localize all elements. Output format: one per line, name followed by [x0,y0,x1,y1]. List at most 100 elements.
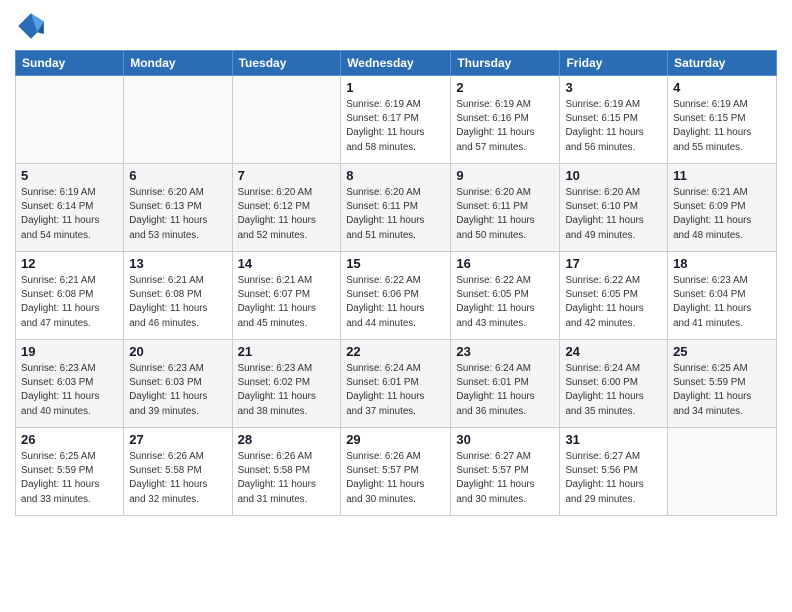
day-number: 15 [346,256,445,271]
day-number: 18 [673,256,771,271]
day-number: 5 [21,168,118,183]
calendar-day-cell: 3 Sunrise: 6:19 AMSunset: 6:15 PMDaylight… [560,76,668,164]
day-info: Sunrise: 6:23 AMSunset: 6:03 PMDaylight:… [21,362,118,419]
calendar-day-cell: 15 Sunrise: 6:22 AMSunset: 6:06 PMDayligh… [341,252,451,340]
calendar-day-cell: 28Sunrise: 6:26 AMSunset: 5:58 PMDayligh… [232,428,341,516]
day-info: Sunrise: 6:25 AMSunset: 5:59 PMDaylight:… [21,450,118,507]
day-number: 16 [456,256,554,271]
calendar-week-row: 19 Sunrise: 6:23 AMSunset: 6:03 PMDayligh… [16,340,777,428]
calendar-day-cell: 18 Sunrise: 6:23 AMSunset: 6:04 PMDayligh… [668,252,777,340]
weekday-header-cell: Wednesday [341,51,451,76]
calendar-body: 1 Sunrise: 6:19 AMSunset: 6:17 PMDaylight… [16,76,777,516]
day-number: 23 [456,344,554,359]
day-number: 29 [346,432,445,447]
calendar-day-cell: 14 Sunrise: 6:21 AMSunset: 6:07 PMDayligh… [232,252,341,340]
day-number: 20 [129,344,226,359]
day-info: Sunrise: 6:20 AMSunset: 6:11 PMDaylight:… [346,186,445,243]
calendar-day-cell: 30 Sunrise: 6:27 AMSunset: 5:57 PMDayligh… [451,428,560,516]
day-info: Sunrise: 6:20 AMSunset: 6:12 PMDaylight:… [238,186,336,243]
day-info: Sunrise: 6:20 AMSunset: 6:11 PMDaylight:… [456,186,554,243]
calendar-week-row: 1 Sunrise: 6:19 AMSunset: 6:17 PMDaylight… [16,76,777,164]
day-number: 19 [21,344,118,359]
calendar-day-cell: 19 Sunrise: 6:23 AMSunset: 6:03 PMDayligh… [16,340,124,428]
day-number: 13 [129,256,226,271]
day-info: Sunrise: 6:23 AMSunset: 6:03 PMDaylight:… [129,362,226,419]
day-number: 7 [238,168,336,183]
weekday-header-cell: Monday [124,51,232,76]
day-number: 2 [456,80,554,95]
day-info: Sunrise: 6:21 AMSunset: 6:08 PMDaylight:… [21,274,118,331]
calendar-day-cell: 23Sunrise: 6:24 AMSunset: 6:01 PMDayligh… [451,340,560,428]
calendar-week-row: 5 Sunrise: 6:19 AMSunset: 6:14 PMDaylight… [16,164,777,252]
day-info: Sunrise: 6:22 AMSunset: 6:05 PMDaylight:… [565,274,662,331]
day-info: Sunrise: 6:19 AMSunset: 6:16 PMDaylight:… [456,98,554,155]
calendar-day-cell: 5 Sunrise: 6:19 AMSunset: 6:14 PMDaylight… [16,164,124,252]
day-info: Sunrise: 6:21 AMSunset: 6:08 PMDaylight:… [129,274,226,331]
day-number: 21 [238,344,336,359]
weekday-header-cell: Tuesday [232,51,341,76]
calendar-day-cell: 10Sunrise: 6:20 AMSunset: 6:10 PMDayligh… [560,164,668,252]
calendar-day-cell [668,428,777,516]
day-info: Sunrise: 6:27 AMSunset: 5:56 PMDaylight:… [565,450,662,507]
day-number: 24 [565,344,662,359]
calendar-day-cell: 7 Sunrise: 6:20 AMSunset: 6:12 PMDaylight… [232,164,341,252]
calendar-day-cell [232,76,341,164]
day-info: Sunrise: 6:19 AMSunset: 6:14 PMDaylight:… [21,186,118,243]
weekday-header-cell: Friday [560,51,668,76]
day-number: 8 [346,168,445,183]
day-info: Sunrise: 6:21 AMSunset: 6:09 PMDaylight:… [673,186,771,243]
calendar-day-cell: 16 Sunrise: 6:22 AMSunset: 6:05 PMDayligh… [451,252,560,340]
weekday-header-row: SundayMondayTuesdayWednesdayThursdayFrid… [16,51,777,76]
calendar-day-cell: 6Sunrise: 6:20 AMSunset: 6:13 PMDaylight… [124,164,232,252]
day-number: 27 [129,432,226,447]
day-info: Sunrise: 6:22 AMSunset: 6:06 PMDaylight:… [346,274,445,331]
calendar-week-row: 12 Sunrise: 6:21 AMSunset: 6:08 PMDayligh… [16,252,777,340]
day-info: Sunrise: 6:27 AMSunset: 5:57 PMDaylight:… [456,450,554,507]
day-info: Sunrise: 6:25 AMSunset: 5:59 PMDaylight:… [673,362,771,419]
day-number: 31 [565,432,662,447]
calendar-day-cell: 25 Sunrise: 6:25 AMSunset: 5:59 PMDayligh… [668,340,777,428]
calendar-day-cell: 26Sunrise: 6:25 AMSunset: 5:59 PMDayligh… [16,428,124,516]
header [15,10,777,42]
day-number: 17 [565,256,662,271]
calendar-day-cell: 11Sunrise: 6:21 AMSunset: 6:09 PMDayligh… [668,164,777,252]
calendar-day-cell: 17 Sunrise: 6:22 AMSunset: 6:05 PMDayligh… [560,252,668,340]
day-number: 28 [238,432,336,447]
calendar: SundayMondayTuesdayWednesdayThursdayFrid… [15,50,777,516]
calendar-day-cell: 27 Sunrise: 6:26 AMSunset: 5:58 PMDayligh… [124,428,232,516]
weekday-header-cell: Saturday [668,51,777,76]
day-info: Sunrise: 6:23 AMSunset: 6:02 PMDaylight:… [238,362,336,419]
calendar-day-cell: 12 Sunrise: 6:21 AMSunset: 6:08 PMDayligh… [16,252,124,340]
day-info: Sunrise: 6:23 AMSunset: 6:04 PMDaylight:… [673,274,771,331]
weekday-header-cell: Sunday [16,51,124,76]
day-info: Sunrise: 6:19 AMSunset: 6:15 PMDaylight:… [673,98,771,155]
calendar-week-row: 26Sunrise: 6:25 AMSunset: 5:59 PMDayligh… [16,428,777,516]
calendar-day-cell: 29Sunrise: 6:26 AMSunset: 5:57 PMDayligh… [341,428,451,516]
calendar-day-cell: 20 Sunrise: 6:23 AMSunset: 6:03 PMDayligh… [124,340,232,428]
day-info: Sunrise: 6:21 AMSunset: 6:07 PMDaylight:… [238,274,336,331]
day-info: Sunrise: 6:24 AMSunset: 6:00 PMDaylight:… [565,362,662,419]
day-number: 25 [673,344,771,359]
day-info: Sunrise: 6:19 AMSunset: 6:15 PMDaylight:… [565,98,662,155]
calendar-day-cell: 2 Sunrise: 6:19 AMSunset: 6:16 PMDaylight… [451,76,560,164]
calendar-day-cell: 13 Sunrise: 6:21 AMSunset: 6:08 PMDayligh… [124,252,232,340]
page-container: SundayMondayTuesdayWednesdayThursdayFrid… [0,0,792,526]
day-info: Sunrise: 6:20 AMSunset: 6:10 PMDaylight:… [565,186,662,243]
day-info: Sunrise: 6:26 AMSunset: 5:58 PMDaylight:… [129,450,226,507]
day-number: 12 [21,256,118,271]
day-number: 30 [456,432,554,447]
calendar-day-cell [16,76,124,164]
calendar-day-cell: 31 Sunrise: 6:27 AMSunset: 5:56 PMDayligh… [560,428,668,516]
calendar-day-cell: 21 Sunrise: 6:23 AMSunset: 6:02 PMDayligh… [232,340,341,428]
calendar-day-cell [124,76,232,164]
day-info: Sunrise: 6:22 AMSunset: 6:05 PMDaylight:… [456,274,554,331]
day-number: 1 [346,80,445,95]
day-number: 22 [346,344,445,359]
weekday-header-cell: Thursday [451,51,560,76]
day-number: 3 [565,80,662,95]
day-number: 14 [238,256,336,271]
day-info: Sunrise: 6:19 AMSunset: 6:17 PMDaylight:… [346,98,445,155]
calendar-day-cell: 8 Sunrise: 6:20 AMSunset: 6:11 PMDaylight… [341,164,451,252]
calendar-day-cell: 1 Sunrise: 6:19 AMSunset: 6:17 PMDaylight… [341,76,451,164]
calendar-day-cell: 24 Sunrise: 6:24 AMSunset: 6:00 PMDayligh… [560,340,668,428]
